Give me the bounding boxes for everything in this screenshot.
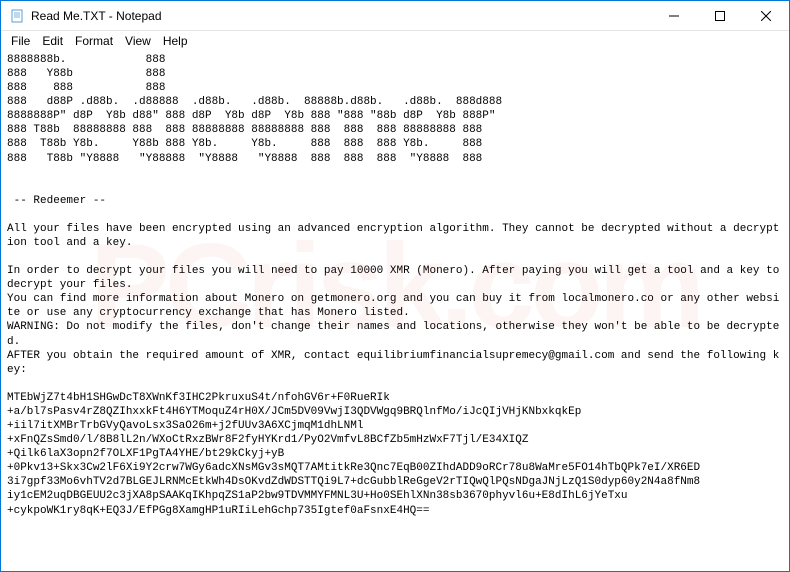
notepad-icon bbox=[9, 8, 25, 24]
paragraph-intro: All your files have been encrypted using… bbox=[7, 223, 779, 249]
paragraph-payment: In order to decrypt your files you will … bbox=[7, 265, 786, 291]
close-button[interactable] bbox=[743, 1, 789, 31]
maximize-button[interactable] bbox=[697, 1, 743, 31]
minimize-button[interactable] bbox=[651, 1, 697, 31]
paragraph-monero-info: You can find more information about Mone… bbox=[7, 293, 779, 319]
text-area[interactable]: 8888888b. 888 888 Y88b 888 888 888 888 8… bbox=[1, 51, 789, 571]
window-title: Read Me.TXT - Notepad bbox=[31, 9, 651, 23]
paragraph-contact: AFTER you obtain the required amount of … bbox=[7, 350, 779, 376]
menu-edit[interactable]: Edit bbox=[36, 33, 69, 49]
menu-file[interactable]: File bbox=[5, 33, 36, 49]
section-title: -- Redeemer -- bbox=[7, 195, 106, 207]
menu-format[interactable]: Format bbox=[69, 33, 119, 49]
menu-bar: File Edit Format View Help bbox=[1, 31, 789, 51]
menu-view[interactable]: View bbox=[119, 33, 157, 49]
window-controls bbox=[651, 1, 789, 30]
ascii-art-banner: 8888888b. 888 888 Y88b 888 888 888 888 8… bbox=[7, 54, 502, 165]
menu-help[interactable]: Help bbox=[157, 33, 194, 49]
window-titlebar: Read Me.TXT - Notepad bbox=[1, 1, 789, 31]
encryption-key-block: MTEbWjZ7t4bH1SHGwDcT8XWnKf3IHC2PkruxuS4t… bbox=[7, 392, 700, 517]
paragraph-warning: WARNING: Do not modify the files, don't … bbox=[7, 321, 779, 347]
